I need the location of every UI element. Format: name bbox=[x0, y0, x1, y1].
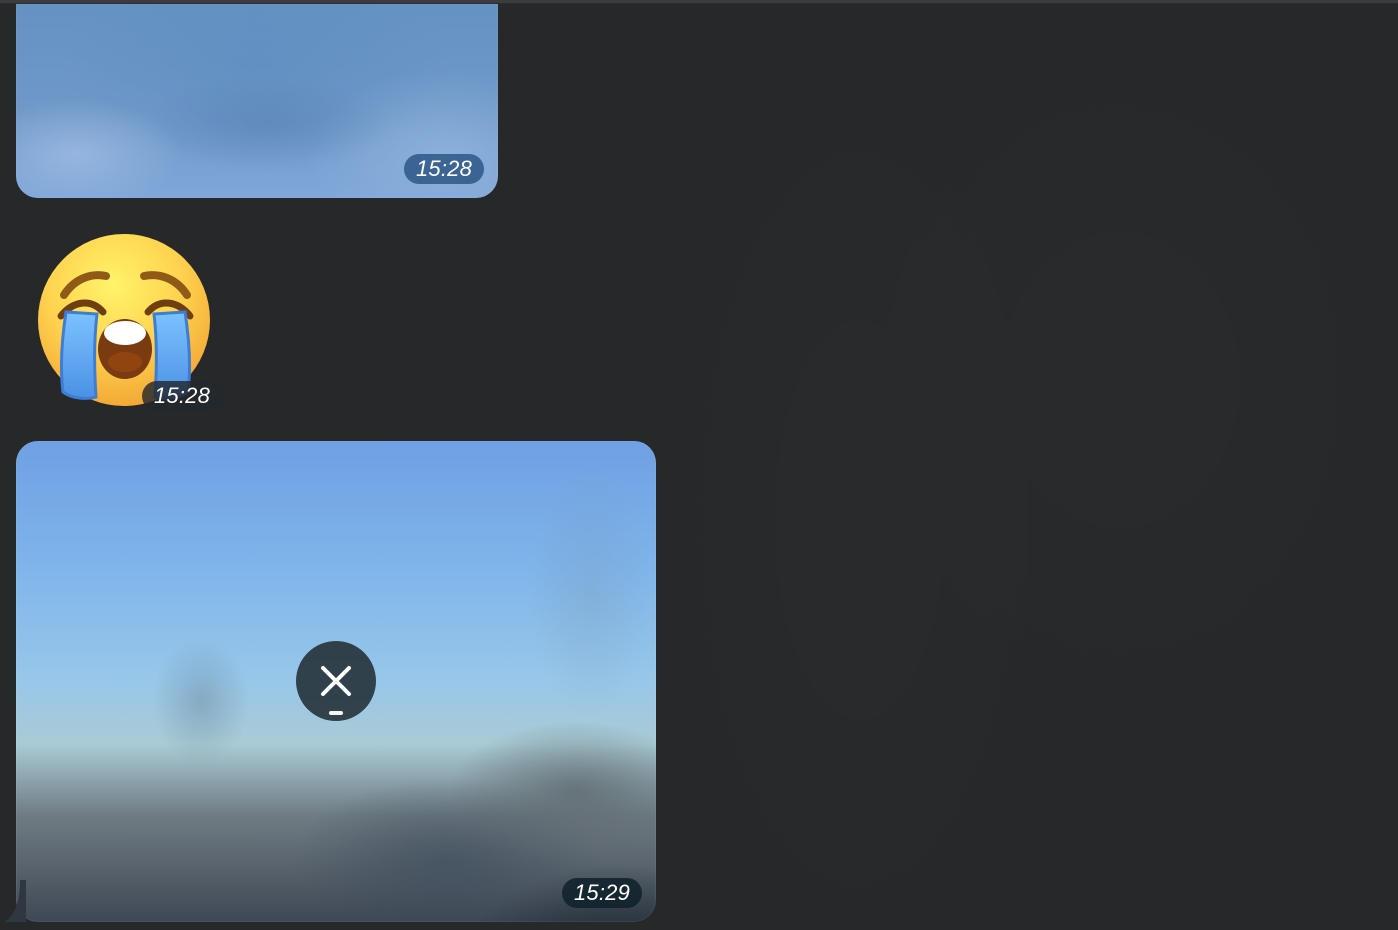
photo-message[interactable]: 15:28 bbox=[16, 4, 498, 198]
message-time: 15:29 bbox=[562, 878, 642, 908]
download-progress-indicator bbox=[329, 711, 343, 715]
emoji-message[interactable]: 15:28 bbox=[30, 232, 222, 411]
message-tail bbox=[4, 880, 26, 922]
photo-message[interactable]: 15:29 bbox=[16, 441, 656, 922]
close-icon bbox=[321, 666, 351, 696]
cancel-download-button[interactable] bbox=[296, 641, 376, 721]
message-time: 15:28 bbox=[142, 381, 222, 411]
message-time: 15:28 bbox=[404, 154, 484, 184]
